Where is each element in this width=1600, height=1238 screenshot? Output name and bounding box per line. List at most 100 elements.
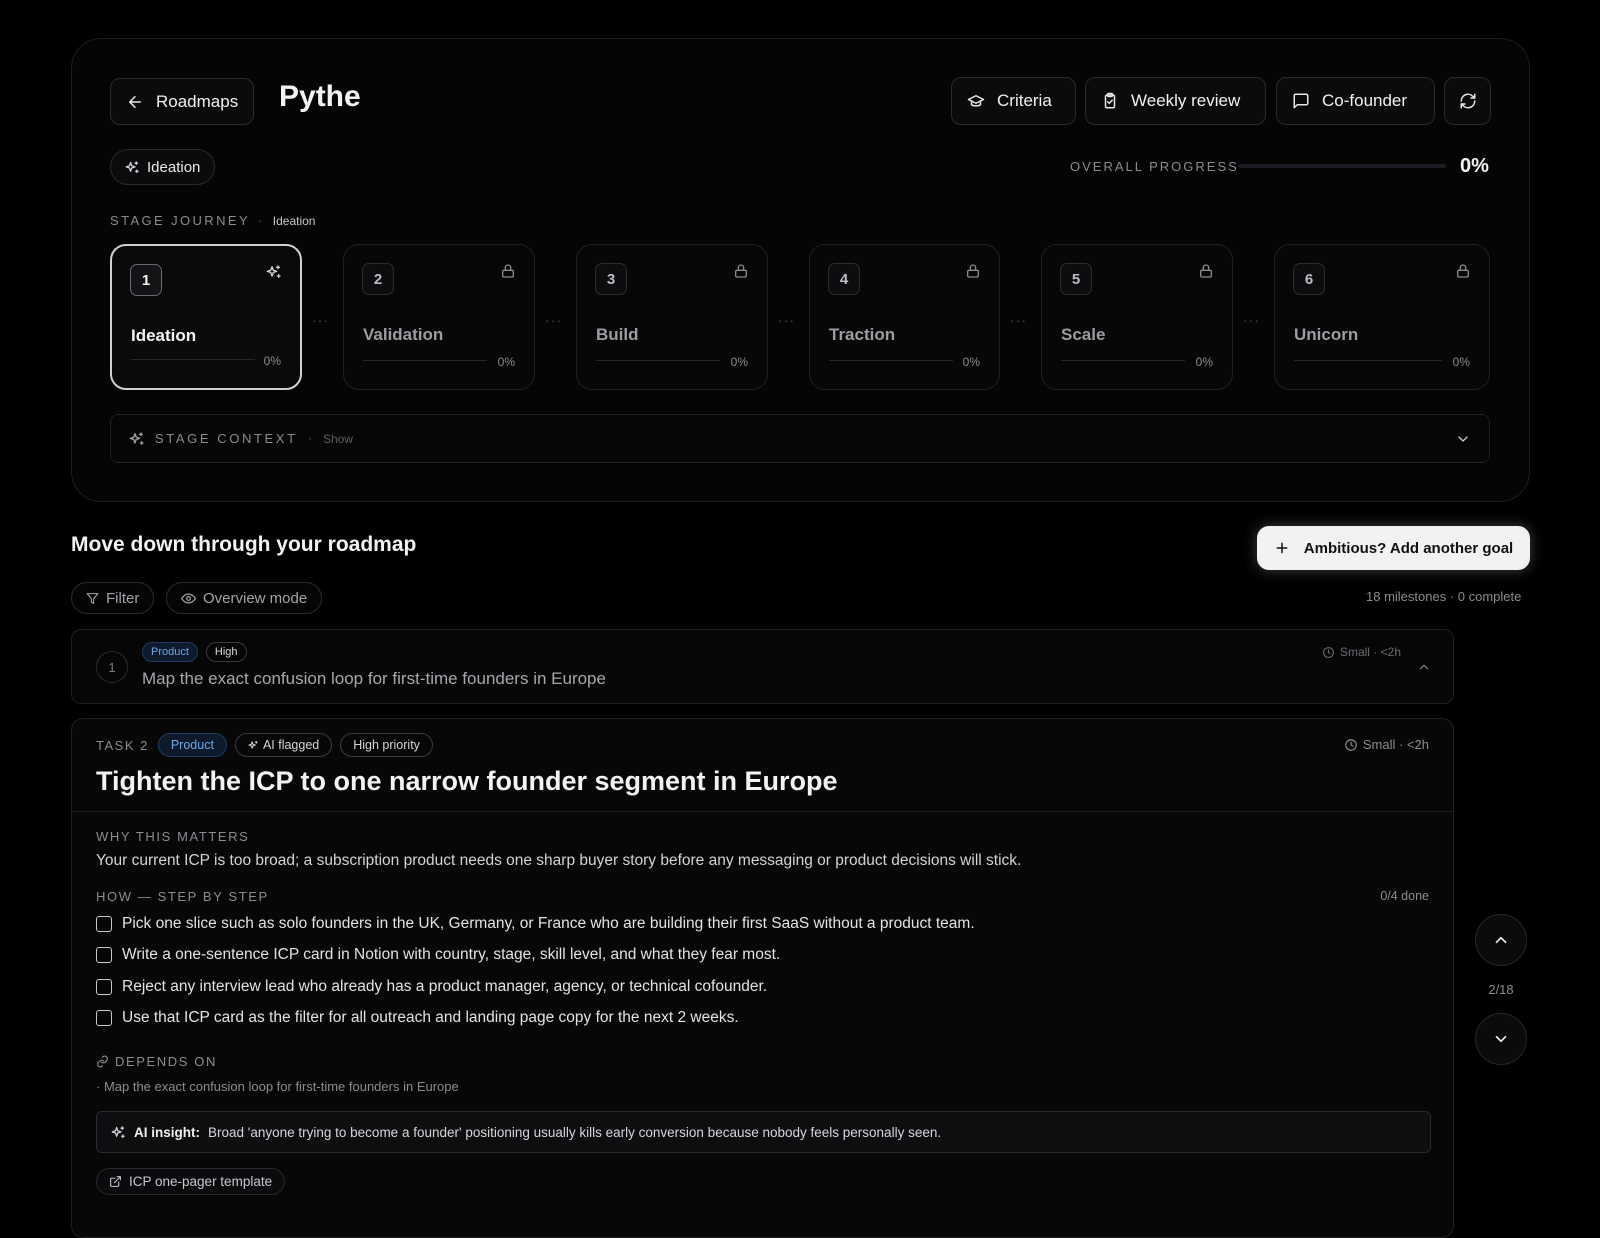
overall-progress-value: 0% — [1460, 155, 1489, 177]
stage-card-traction[interactable]: 4 Traction 0% — [809, 244, 1000, 390]
stage-percent: 0% — [263, 354, 281, 368]
step-item[interactable]: Write a one-sentence ICP card in Notion … — [96, 946, 780, 964]
stage-connector: ··· — [1010, 312, 1027, 328]
previous-task-button[interactable] — [1475, 914, 1527, 966]
stage-number: 5 — [1060, 263, 1092, 295]
sparkles-icon — [111, 1125, 125, 1138]
stage-percent: 0% — [962, 355, 980, 369]
dependency-link[interactable]: · Map the exact confusion loop for first… — [96, 1079, 459, 1094]
chevron-down-icon — [1458, 435, 1468, 442]
next-task-button[interactable] — [1475, 1013, 1527, 1065]
stage-name: Traction — [829, 325, 896, 344]
stage-percent: 0% — [497, 355, 515, 369]
sparkles-icon — [125, 160, 139, 173]
depends-on-heading: DEPENDS ON — [96, 1054, 217, 1069]
stage-context-toggle[interactable]: STAGE CONTEXT · Show — [110, 414, 1490, 463]
stage-progress-bar — [829, 360, 953, 361]
link-icon — [97, 1055, 108, 1068]
filter-icon — [86, 592, 99, 604]
stage-name: Validation — [363, 325, 444, 344]
stage-card-validation[interactable]: 2 Validation 0% — [343, 244, 535, 390]
stage-progress-bar — [1294, 360, 1442, 361]
stage-journey-label: STAGE JOURNEY — [110, 213, 251, 228]
step-checkbox[interactable] — [96, 979, 112, 995]
stage-card-build[interactable]: 3 Build 0% — [576, 244, 768, 390]
stage-journey-heading: STAGE JOURNEY · Ideation — [110, 213, 315, 228]
stage-progress-bar — [363, 360, 487, 361]
milestone-title: Map the exact confusion loop for first-t… — [142, 669, 606, 688]
step-text: Pick one slice such as solo founders in … — [122, 915, 975, 932]
sparkles-icon — [266, 265, 281, 278]
separator-dot: · — [307, 429, 313, 447]
stage-card-unicorn[interactable]: 6 Unicorn 0% — [1274, 244, 1490, 390]
back-label: Roadmaps — [156, 91, 239, 111]
lock-icon — [1457, 264, 1469, 278]
stage-number: 1 — [130, 264, 162, 296]
stage-percent: 0% — [1452, 355, 1470, 369]
stage-progress-bar — [1061, 360, 1185, 361]
stage-context-label: STAGE CONTEXT — [155, 431, 298, 446]
weekly-review-button[interactable]: Weekly review — [1085, 77, 1266, 125]
filter-label: Filter — [106, 589, 140, 607]
step-text: Write a one-sentence ICP card in Notion … — [122, 946, 781, 963]
stage-card-ideation[interactable]: 1 Ideation 0% — [110, 244, 302, 390]
back-to-roadmaps-button[interactable]: Roadmaps — [110, 78, 255, 125]
sparkles-icon — [129, 431, 144, 445]
resource-link[interactable]: ICP one-pager template — [96, 1168, 286, 1195]
ai-flagged-label: AI flagged — [262, 738, 320, 752]
ai-insight-box: AI insight: Broad 'anyone trying to beco… — [96, 1111, 1431, 1153]
step-checkbox[interactable] — [96, 1010, 112, 1026]
current-stage-label: Ideation — [147, 158, 201, 176]
overview-mode-button[interactable]: Overview mode — [166, 582, 323, 614]
clock-icon — [1345, 738, 1357, 751]
stage-number: 4 — [828, 263, 860, 295]
refresh-button[interactable] — [1444, 77, 1491, 125]
stage-connector: ··· — [778, 312, 795, 328]
clipboard-check-icon — [1104, 92, 1116, 109]
milestone-effort: Small · <2h — [1322, 645, 1401, 659]
stage-name: Build — [596, 325, 639, 344]
step-item[interactable]: Use that ICP card as the filter for all … — [96, 1009, 739, 1027]
clock-icon — [1323, 646, 1334, 658]
priority-tag: High priority — [340, 733, 433, 757]
task-number: TASK 2 — [96, 737, 149, 753]
category-tag: Product — [142, 642, 198, 662]
co-founder-button[interactable]: Co-founder — [1276, 77, 1435, 125]
ai-insight-text: Broad 'anyone trying to become a founder… — [208, 1124, 942, 1140]
step-checkbox[interactable] — [96, 947, 112, 963]
step-text: Use that ICP card as the filter for all … — [122, 1009, 739, 1026]
add-goal-button[interactable]: Ambitious? Add another goal — [1257, 526, 1530, 570]
stage-card-scale[interactable]: 5 Scale 0% — [1041, 244, 1233, 390]
separator-dot: · — [258, 213, 265, 228]
stage-connector: ··· — [1243, 312, 1260, 328]
lock-icon — [1200, 264, 1212, 278]
milestone-count: 18 milestones · 0 complete — [1366, 589, 1522, 604]
lock-icon — [502, 264, 514, 278]
effort-label: Small · <2h — [1362, 737, 1429, 752]
stage-progress-bar — [131, 359, 255, 360]
depends-on-label: DEPENDS ON — [115, 1054, 217, 1069]
overall-progress-bar — [1238, 164, 1446, 168]
task-position: 2/18 — [1488, 982, 1514, 997]
step-checkbox[interactable] — [96, 916, 112, 932]
milestone-row[interactable]: 1 Product High Map the exact confusion l… — [71, 629, 1454, 704]
stage-percent: 0% — [1195, 355, 1213, 369]
step-item[interactable]: Pick one slice such as solo founders in … — [96, 915, 975, 933]
ai-insight-label: AI insight: — [134, 1124, 200, 1140]
stage-percent: 0% — [730, 355, 748, 369]
add-goal-label: Ambitious? Add another goal — [1303, 539, 1514, 557]
how-heading: HOW — STEP BY STEP — [96, 889, 269, 904]
milestone-number: 1 — [96, 651, 128, 683]
chevron-up-icon[interactable] — [1417, 660, 1431, 674]
graduation-cap-icon — [967, 95, 985, 107]
overview-mode-label: Overview mode — [203, 589, 308, 607]
lock-icon — [735, 264, 747, 278]
external-link-icon — [110, 1176, 121, 1187]
filter-button[interactable]: Filter — [71, 582, 155, 614]
stage-connector: ··· — [545, 312, 562, 328]
criteria-button[interactable]: Criteria — [951, 77, 1076, 125]
weekly-review-label: Weekly review — [1131, 91, 1241, 110]
co-founder-label: Co-founder — [1322, 91, 1408, 110]
stage-progress-bar — [596, 360, 720, 361]
step-item[interactable]: Reject any interview lead who already ha… — [96, 978, 767, 996]
